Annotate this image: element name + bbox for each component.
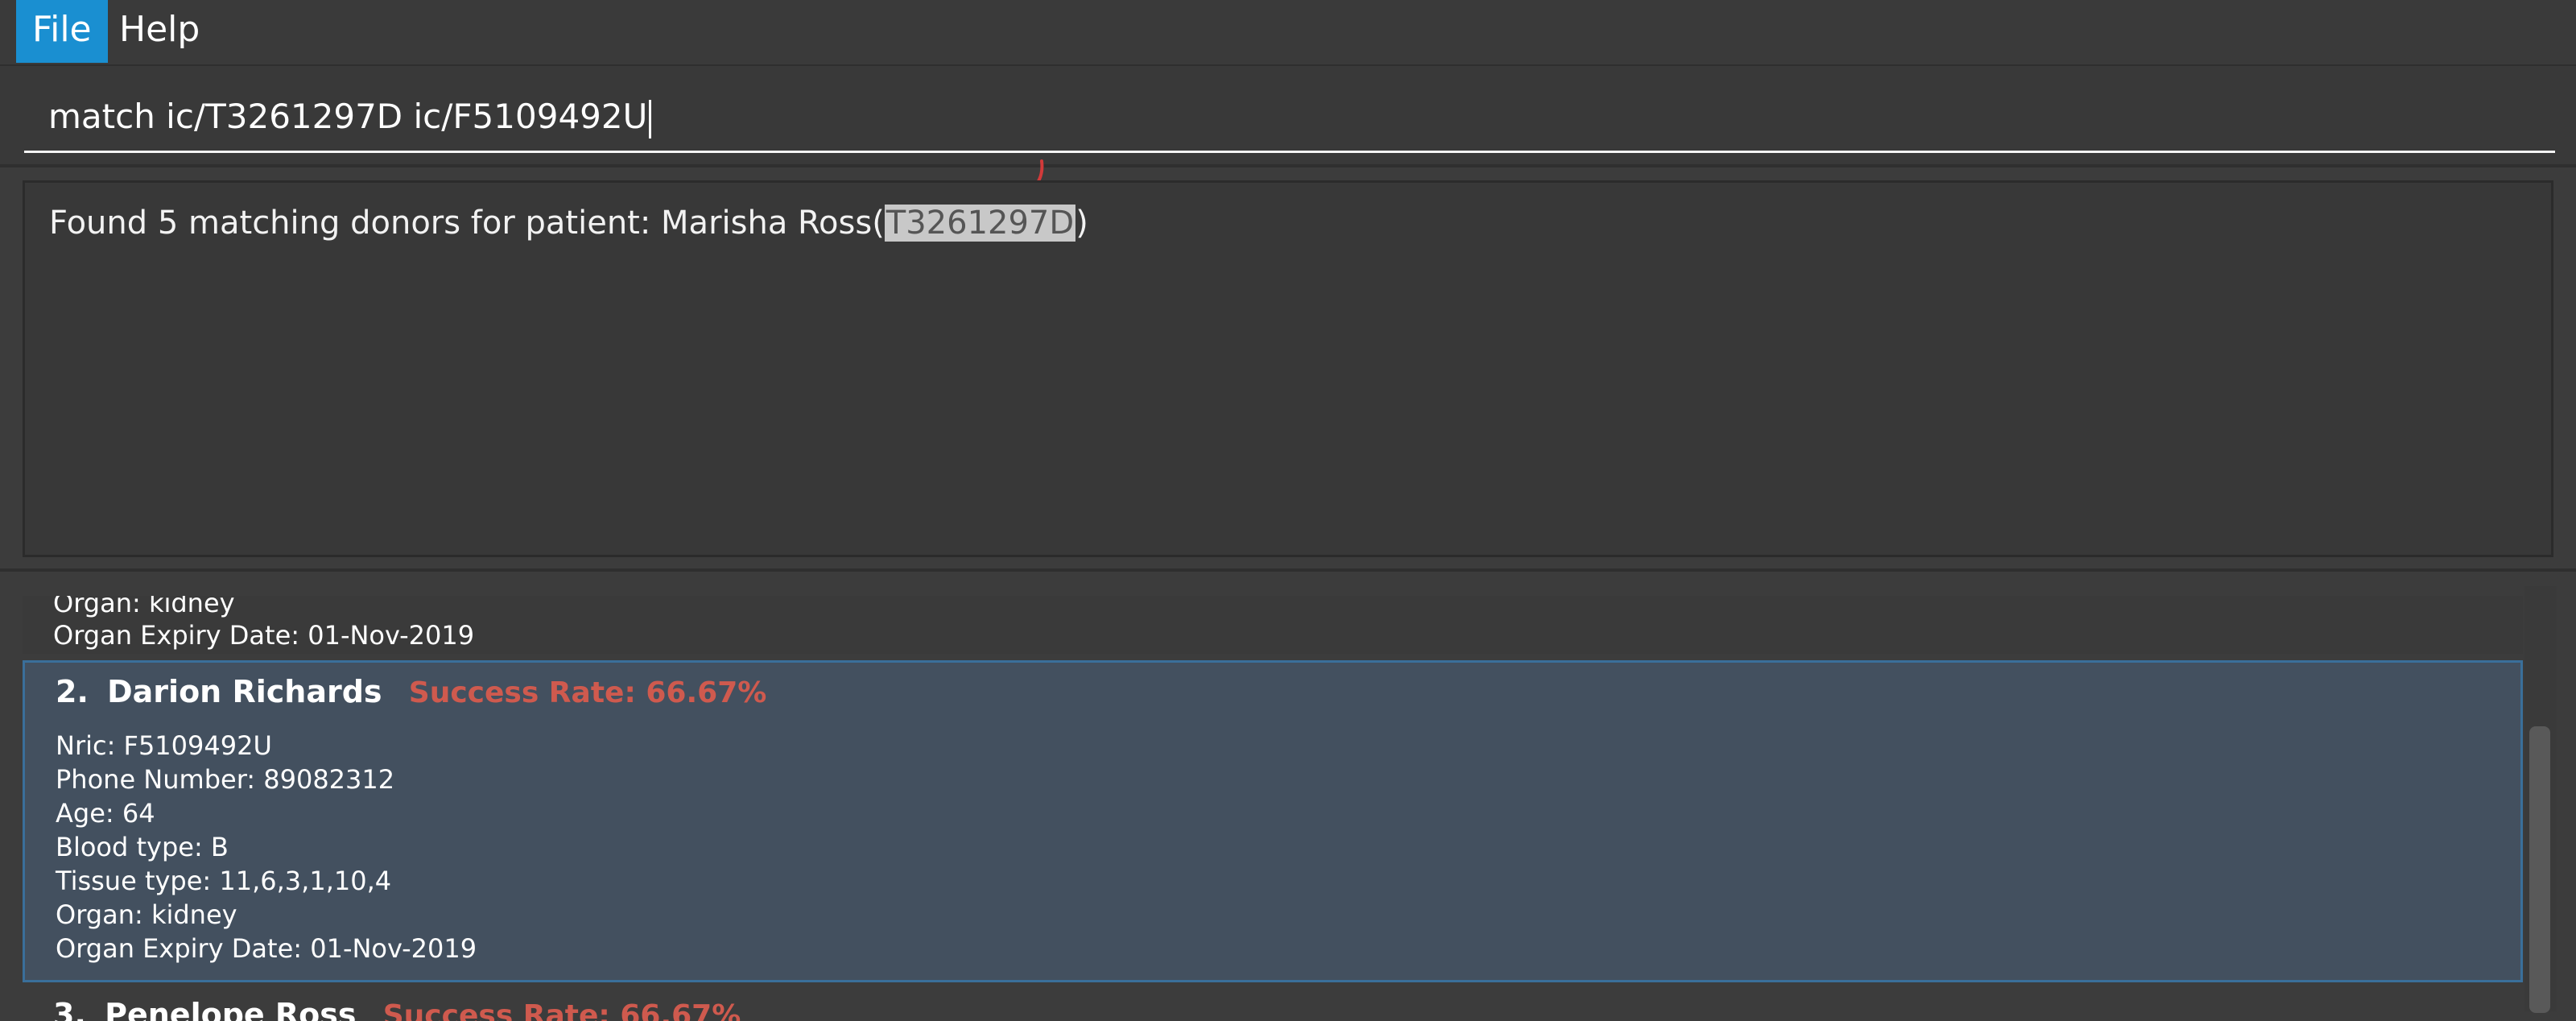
organ-expiry-field: Organ Expiry Date: 01-Nov-2019 bbox=[56, 933, 477, 964]
organ-field: Organ: kidney bbox=[53, 596, 235, 618]
nric-field: Nric: F5109492U bbox=[56, 730, 272, 761]
result-prefix: Found 5 matching donors for patient: Mar… bbox=[49, 205, 885, 242]
command-input[interactable]: match ic/T3261297D ic/F5109492U bbox=[24, 89, 2555, 153]
menu-help[interactable]: Help bbox=[103, 0, 216, 63]
text-caret bbox=[649, 99, 652, 138]
menu-bar: File Help bbox=[0, 0, 2576, 66]
list-item[interactable]: 3. Penelope Ross Success Rate: 66.67% bbox=[23, 989, 2523, 1021]
scrollbar-thumb[interactable] bbox=[2529, 726, 2550, 1013]
organ-expiry-field: Organ Expiry Date: 01-Nov-2019 bbox=[53, 620, 475, 651]
phone-field: Phone Number: 89082312 bbox=[56, 764, 395, 795]
card-index: 3. bbox=[53, 997, 86, 1021]
result-message: Found 5 matching donors for patient: Mar… bbox=[49, 199, 1088, 247]
card-name: Darion Richards bbox=[107, 674, 382, 709]
card-name: Penelope Ross bbox=[105, 997, 357, 1021]
card-title: 2. Darion Richards Success Rate: 66.67% bbox=[56, 674, 766, 709]
age-field: Age: 64 bbox=[56, 798, 155, 829]
tissue-type-field: Tissue type: 11,6,3,1,10,4 bbox=[56, 866, 392, 896]
card-fields: Nric: F5109492U Phone Number: 89082312 A… bbox=[56, 729, 477, 965]
result-highlight: T3261297D bbox=[884, 205, 1076, 242]
command-text: match ic/T3261297D ic/F5109492U bbox=[48, 97, 648, 136]
menu-file[interactable]: File bbox=[16, 0, 108, 63]
card-title: 3. Penelope Ross Success Rate: 66.67% bbox=[53, 997, 741, 1021]
list-item[interactable]: Organ: kidney Organ Expiry Date: 01-Nov-… bbox=[23, 596, 2523, 654]
result-suffix: ) bbox=[1075, 205, 1088, 242]
blood-type-field: Blood type: B bbox=[56, 832, 229, 862]
command-box: match ic/T3261297D ic/F5109492U bbox=[0, 66, 2576, 167]
success-rate-badge: Success Rate: 66.67% bbox=[382, 999, 741, 1021]
organ-field: Organ: kidney bbox=[56, 899, 237, 930]
list-item-selected[interactable]: 2. Darion Richards Success Rate: 66.67% … bbox=[23, 660, 2523, 982]
success-rate-badge: Success Rate: 66.67% bbox=[408, 676, 767, 709]
card-index: 2. bbox=[56, 674, 89, 709]
result-display: Found 5 matching donors for patient: Mar… bbox=[23, 180, 2553, 557]
donor-list: Organ: kidney Organ Expiry Date: 01-Nov-… bbox=[0, 568, 2576, 1021]
